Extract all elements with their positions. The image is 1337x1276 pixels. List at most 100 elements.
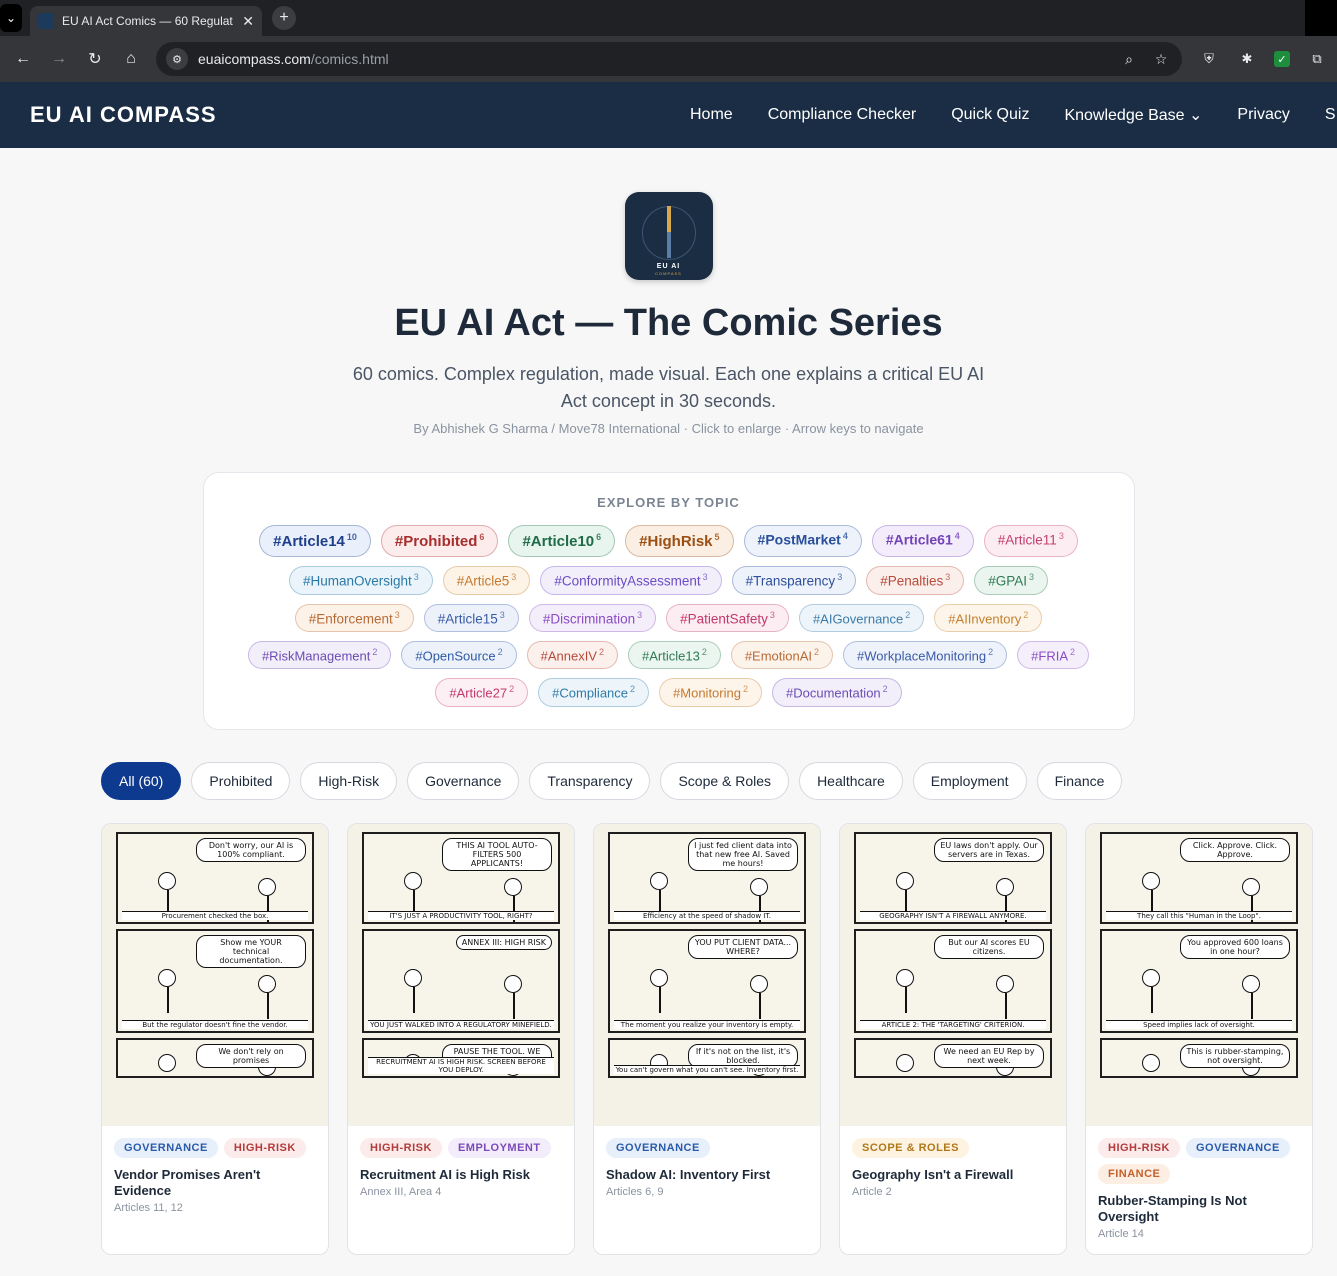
topic-tag[interactable]: #RiskManagement 2	[247, 641, 392, 670]
topic-tag[interactable]: #Prohibited 6	[380, 525, 499, 557]
card-title[interactable]: Recruitment AI is High Risk	[360, 1167, 562, 1183]
topic-tag[interactable]: #Enforcement 3	[294, 603, 414, 632]
nav-overflow[interactable]: S	[1325, 106, 1336, 124]
home-icon[interactable]: ⌂	[116, 44, 146, 74]
nav-knowledge-base[interactable]: Knowledge Base ⌄	[1064, 105, 1202, 125]
comic-grid: Don't worry, our AI is 100% compliant. Pr…	[101, 822, 1337, 1255]
close-tab-icon[interactable]: ✕	[242, 13, 254, 30]
topic-tag[interactable]: #ConformityAssessment 3	[540, 566, 722, 595]
nav-privacy[interactable]: Privacy	[1237, 106, 1289, 124]
comic-card[interactable]: THIS AI TOOL AUTO-FILTERS 500 APPLICANTS…	[347, 822, 575, 1255]
topic-tag[interactable]: #PostMarket 4	[743, 525, 862, 557]
topic-tag[interactable]: #Article5 3	[442, 566, 531, 595]
filter-button[interactable]: Prohibited	[191, 761, 291, 800]
topic-tag-label: #Article5	[456, 573, 510, 589]
topic-tag[interactable]: #Article27 2	[435, 678, 529, 707]
topic-tag[interactable]: #Compliance 2	[538, 678, 650, 707]
topic-tag[interactable]: #HighRisk 5	[625, 525, 734, 557]
filter-button[interactable]: Healthcare	[799, 761, 903, 800]
tab-search-icon[interactable]: ⌄	[0, 4, 22, 32]
address-bar[interactable]: ⚙ euaicompass.com/comics.html ⌕ ☆	[156, 42, 1182, 76]
filter-button[interactable]: Governance	[407, 761, 520, 800]
topic-tag-label: #HumanOversight	[302, 573, 412, 589]
topic-tag-count: 10	[346, 532, 357, 542]
topic-tag[interactable]: #Discrimination 3	[528, 603, 657, 632]
comic-card[interactable]: I just fed client data into that new fre…	[593, 822, 821, 1255]
topic-tag[interactable]: #Article13 2	[628, 641, 721, 670]
extension-shield-icon[interactable]: ⛨	[1198, 48, 1220, 70]
reload-icon[interactable]: ↻	[80, 44, 110, 74]
speech-bubble: I just fed client data into that new fre…	[688, 837, 798, 871]
site-info-icon[interactable]: ⚙	[166, 48, 188, 70]
topic-tag[interactable]: #FRIA 2	[1017, 641, 1090, 670]
topic-tag[interactable]: #Article10 6	[508, 525, 616, 557]
comic-card[interactable]: EU laws don't apply. Our servers are in …	[839, 822, 1067, 1255]
card-title[interactable]: Geography Isn't a Firewall	[852, 1167, 1054, 1183]
extension-bug-icon[interactable]: ✱	[1236, 48, 1258, 70]
browser-tabbar: ⌄ EU AI Act Comics — 60 Regulat ✕ +	[0, 0, 1337, 36]
card-title[interactable]: Shadow AI: Inventory First	[606, 1167, 808, 1183]
comic-thumbnail[interactable]: EU laws don't apply. Our servers are in …	[840, 823, 1066, 1126]
filter-button[interactable]: Employment	[912, 761, 1027, 800]
topic-tag[interactable]: #HumanOversight 3	[288, 566, 433, 595]
comic-card[interactable]: Click. Approve. Click. Approve. They call…	[1085, 822, 1313, 1255]
topic-tag[interactable]: #Article11 3	[983, 525, 1078, 557]
filter-button[interactable]: All (60)	[101, 761, 182, 800]
topic-tag-count: 3	[945, 572, 951, 582]
bookmark-star-icon[interactable]: ☆	[1150, 51, 1172, 68]
filter-button[interactable]: Scope & Roles	[660, 761, 790, 800]
extension-check-icon[interactable]: ✓	[1274, 51, 1290, 67]
stick-figure-icon	[750, 974, 768, 993]
topic-tag[interactable]: #AIGovernance 2	[798, 603, 925, 632]
new-tab-button[interactable]: +	[272, 6, 296, 30]
card-title[interactable]: Rubber-Stamping Is Not Oversight	[1098, 1193, 1300, 1225]
url-text[interactable]: euaicompass.com/comics.html	[198, 51, 1108, 67]
topic-tag-label: #ConformityAssessment	[554, 573, 701, 589]
comic-card[interactable]: Don't worry, our AI is 100% compliant. Pr…	[101, 822, 329, 1255]
panel-caption: RECRUITMENT AI IS HIGH RISK. SCREEN BEFO…	[368, 1056, 554, 1074]
forward-icon[interactable]: →	[44, 44, 74, 74]
comic-panel: We don't rely on promises	[116, 1037, 314, 1078]
extensions-puzzle-icon[interactable]: ⧉	[1306, 48, 1328, 70]
nav-quick-quiz[interactable]: Quick Quiz	[951, 106, 1029, 124]
stick-figure-icon	[258, 974, 276, 993]
stick-figure-icon	[158, 968, 176, 987]
topic-tag[interactable]: #Documentation 2	[771, 678, 902, 707]
comic-thumbnail[interactable]: THIS AI TOOL AUTO-FILTERS 500 APPLICANTS…	[348, 823, 574, 1126]
card-title[interactable]: Vendor Promises Aren't Evidence	[114, 1167, 316, 1199]
topic-tag[interactable]: #Article15 3	[423, 603, 519, 632]
stick-figure-icon	[650, 871, 668, 890]
topic-tag[interactable]: #WorkplaceMonitoring 2	[843, 641, 1008, 670]
nav-home[interactable]: Home	[690, 106, 733, 124]
comic-thumbnail[interactable]: Don't worry, our AI is 100% compliant. Pr…	[102, 823, 328, 1126]
topic-tag[interactable]: #Monitoring 2	[659, 678, 762, 707]
filter-button[interactable]: Transparency	[529, 761, 651, 800]
topic-tag[interactable]: #AIInventory 2	[934, 603, 1043, 632]
back-icon[interactable]: ←	[8, 44, 38, 74]
topic-tag-label: #Prohibited	[394, 533, 478, 550]
browser-tab[interactable]: EU AI Act Comics — 60 Regulat ✕	[30, 6, 262, 36]
nav-compliance-checker[interactable]: Compliance Checker	[768, 106, 917, 124]
topic-tag[interactable]: #Penalties 3	[866, 566, 965, 595]
topic-tag[interactable]: #PatientSafety 3	[666, 603, 789, 632]
topic-tag[interactable]: #AnnexIV 2	[526, 641, 618, 670]
comic-thumbnail[interactable]: I just fed client data into that new fre…	[594, 823, 820, 1126]
topic-tag[interactable]: #Transparency 3	[731, 566, 857, 595]
topic-tag[interactable]: #EmotionAI 2	[730, 641, 834, 670]
panel-caption: Procurement checked the box.	[122, 910, 308, 920]
topic-tag[interactable]: #OpenSource 2	[401, 641, 517, 670]
stick-figure-body	[267, 992, 269, 1019]
topic-tag[interactable]: #Article61 4	[871, 525, 974, 557]
stick-figure-icon	[404, 871, 422, 890]
topic-tag-count: 6	[596, 532, 602, 542]
site-brand[interactable]: EU AI COMPASS	[30, 102, 217, 128]
topic-tag-count: 2	[497, 647, 503, 657]
zoom-icon[interactable]: ⌕	[1118, 51, 1140, 68]
panel-caption: Speed implies lack of oversight.	[1106, 1019, 1292, 1029]
filter-button[interactable]: High-Risk	[300, 761, 398, 800]
topic-tag[interactable]: #GPAI 3	[974, 566, 1049, 595]
stick-figure-icon	[504, 877, 522, 896]
comic-thumbnail[interactable]: Click. Approve. Click. Approve. They call…	[1086, 823, 1312, 1126]
topic-tag[interactable]: #Article14 10	[259, 525, 371, 557]
filter-button[interactable]: Finance	[1036, 761, 1123, 800]
